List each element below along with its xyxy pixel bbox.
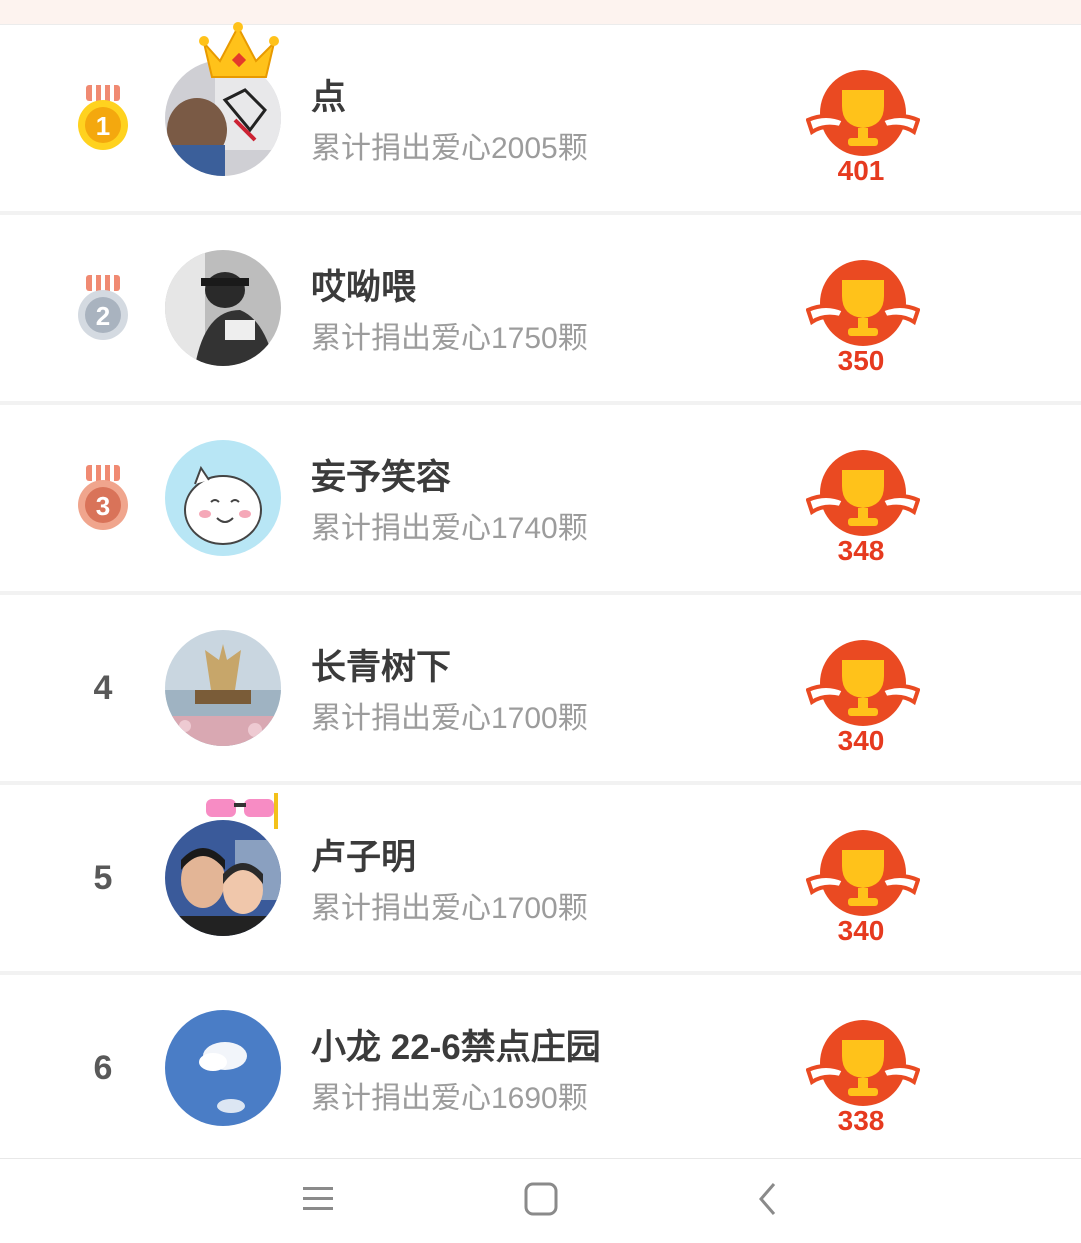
avatar[interactable]: [165, 630, 281, 746]
user-name: 卢子明: [311, 838, 417, 877]
donation-total: 累计捐出爱心1690颗: [311, 1082, 588, 1115]
list-item[interactable]: 5 卢子明 累计捐出爱心1700颗 340: [0, 785, 1081, 975]
rank-badge: 6: [70, 975, 136, 1161]
score-value: 401: [837, 155, 885, 186]
medal-number: 1: [96, 111, 110, 141]
menu-icon: [301, 1184, 335, 1219]
donation-total: 累计捐出爱心1740颗: [311, 512, 588, 545]
list-item[interactable]: 2 哎呦喂 累计捐出爱心1750颗 350: [0, 215, 1081, 405]
donation-total: 累计捐出爱心1700颗: [311, 892, 588, 925]
crown-icon: [198, 21, 280, 88]
rank-number: 5: [93, 858, 113, 897]
top-strip: [0, 0, 1081, 25]
score-value: 348: [837, 535, 885, 566]
rank-badge: 1: [70, 25, 136, 211]
avatar[interactable]: [165, 1010, 281, 1126]
donation-total: 累计捐出爱心2005颗: [311, 132, 588, 165]
silver-medal-icon: 2: [76, 273, 130, 343]
rank-badge: 5: [70, 785, 136, 971]
donation-total: 累计捐出爱心1700颗: [311, 702, 588, 735]
rank-badge: 4: [70, 595, 136, 781]
score-value: 340: [837, 915, 885, 946]
avatar[interactable]: [165, 250, 281, 366]
rank-badge: 3: [70, 405, 136, 591]
medal-number: 3: [96, 491, 110, 521]
medal-number: 2: [96, 301, 110, 331]
score-value: 350: [837, 345, 885, 376]
system-navigation-bar: [0, 1158, 1081, 1243]
user-name: 妄予笑容: [311, 458, 452, 497]
back-icon: [756, 1181, 780, 1222]
gold-medal-icon: 1: [76, 83, 130, 153]
score-value: 340: [837, 725, 885, 756]
list-item[interactable]: 3 妄予笑容 累计捐出爱心1740颗 348: [0, 405, 1081, 595]
list-item[interactable]: 4 长青树下 累计捐出爱心1700颗 340: [0, 595, 1081, 785]
rank-number: 4: [93, 668, 113, 707]
leaderboard-list: 1 点 累计捐出爱心2005颗 401 2 哎呦喂 累计捐出爱心1750颗 35…: [0, 22, 1081, 1165]
avatar[interactable]: [165, 440, 281, 556]
user-name: 长青树下: [311, 648, 452, 687]
rank-badge: 2: [70, 215, 136, 401]
bronze-medal-icon: 3: [76, 463, 130, 533]
menu-button[interactable]: [258, 1159, 378, 1243]
list-item[interactable]: 1 点 累计捐出爱心2005颗 401: [0, 22, 1081, 215]
sunglasses-icon: [202, 791, 282, 836]
home-icon: [523, 1181, 559, 1222]
user-name: 哎呦喂: [311, 268, 417, 307]
home-button[interactable]: [481, 1159, 601, 1243]
list-item[interactable]: 6 小龙 22-6禁点庄园 累计捐出爱心1690颗 338: [0, 975, 1081, 1165]
donation-total: 累计捐出爱心1750颗: [311, 322, 588, 355]
score-value: 338: [837, 1105, 885, 1136]
user-name: 点: [311, 78, 347, 117]
back-button[interactable]: [708, 1159, 828, 1243]
user-name: 小龙 22-6禁点庄园: [311, 1028, 601, 1067]
rank-number: 6: [93, 1048, 113, 1087]
avatar[interactable]: [165, 820, 281, 936]
